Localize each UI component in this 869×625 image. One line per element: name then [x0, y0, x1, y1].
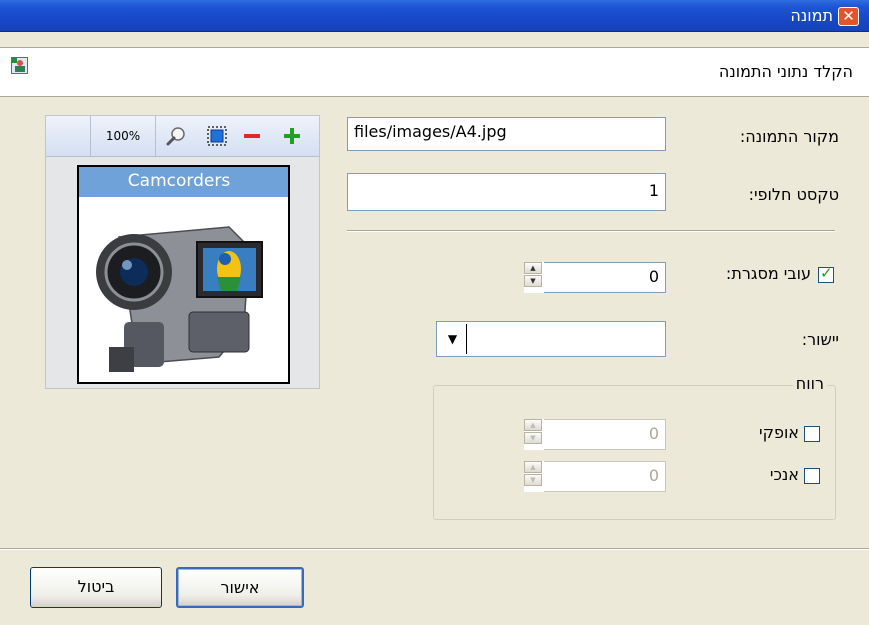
alt-text-input[interactable]: 1: [347, 173, 666, 211]
window-title: תמונה: [790, 6, 833, 25]
spin-down-icon[interactable]: ▼: [524, 275, 542, 287]
vertical-input[interactable]: 0: [544, 461, 666, 492]
footer-divider: [0, 548, 869, 550]
dropdown-arrow-icon[interactable]: ▼: [439, 324, 467, 354]
preview-toolbar: 100%: [46, 116, 319, 157]
check-icon: ✓: [820, 264, 833, 282]
zoom-out-icon[interactable]: [242, 126, 262, 146]
zoom-in-icon[interactable]: [282, 126, 302, 146]
source-label: מקור התמונה:: [739, 127, 839, 146]
border-spinner[interactable]: ▲ ▼: [524, 262, 544, 293]
camcorder-image: [96, 226, 263, 372]
close-icon[interactable]: ✕: [838, 7, 859, 26]
image-preview: Camcorders: [77, 165, 290, 384]
border-checkbox[interactable]: ✓: [818, 264, 834, 283]
image-dialog: תמונה ✕ הקלד נתוני התמונה מקור התמונה: f…: [0, 0, 869, 625]
horizontal-spinner[interactable]: ▲ ▼: [524, 419, 544, 450]
alt-text-label: טקסט חלופי:: [748, 185, 839, 204]
spin-up-icon[interactable]: ▲: [524, 419, 542, 431]
cancel-button[interactable]: ביטול: [30, 567, 162, 608]
dialog-header: הקלד נתוני התמונה: [0, 47, 869, 97]
image-properties-icon: [11, 57, 28, 74]
dialog-heading: הקלד נתוני התמונה: [718, 62, 853, 81]
spin-down-icon[interactable]: ▼: [524, 474, 542, 486]
alignment-select[interactable]: [436, 321, 666, 357]
image-preview-panel: 100% Camcorders: [45, 115, 320, 389]
image-caption: Camcorders: [127, 171, 231, 191]
alignment-label: יישור:: [801, 330, 839, 349]
spin-up-icon[interactable]: ▲: [524, 262, 542, 274]
source-input[interactable]: files/images/A4.jpg: [347, 117, 666, 151]
fit-to-window-icon[interactable]: [205, 124, 229, 148]
zoom-readout: 100%: [90, 116, 156, 156]
ok-button[interactable]: אישור: [176, 567, 304, 608]
spacing-legend: רווח: [792, 374, 827, 393]
border-label: עובי מסגרת:: [725, 264, 811, 283]
title-bar[interactable]: תמונה ✕: [0, 0, 869, 32]
horizontal-input[interactable]: 0: [544, 419, 666, 450]
spacing-group: רווח: [433, 374, 836, 520]
vertical-spinner[interactable]: ▲ ▼: [524, 461, 544, 492]
horizontal-checkbox[interactable]: [804, 426, 820, 442]
image-banner: Camcorders: [79, 167, 288, 197]
zoom-icon[interactable]: [166, 126, 186, 146]
section-divider: [347, 230, 835, 232]
spin-down-icon[interactable]: ▼: [524, 432, 542, 444]
spin-up-icon[interactable]: ▲: [524, 461, 542, 473]
horizontal-label: אופקי: [759, 423, 799, 442]
vertical-label: אנכי: [769, 465, 799, 484]
border-input[interactable]: 0: [544, 262, 666, 293]
vertical-checkbox[interactable]: [804, 468, 820, 484]
